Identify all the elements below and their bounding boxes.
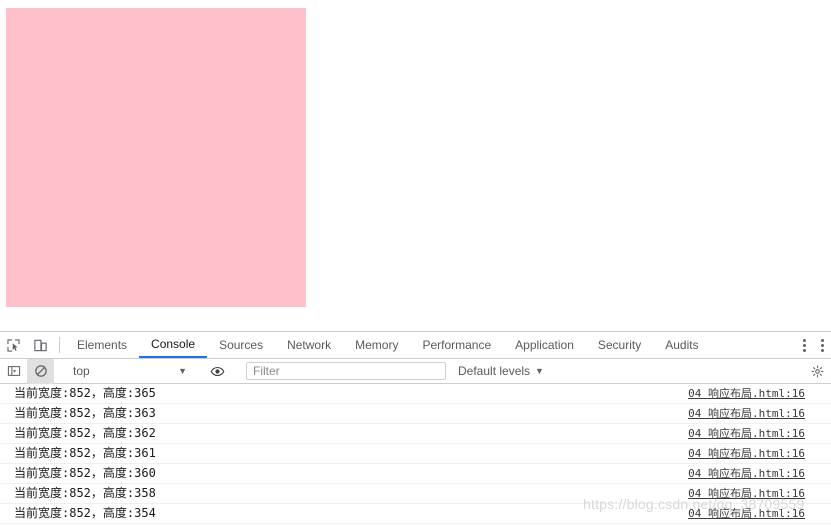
toolbar-divider [59,337,60,353]
log-source-link[interactable]: 04 响应布局.html:16 [688,444,805,463]
customize-devtools-icon[interactable] [813,338,831,352]
log-row[interactable]: 当前宽度:852，高度:360 04 响应布局.html:16 [0,464,831,484]
log-source-link[interactable]: 04 响应布局.html:16 [688,384,805,403]
log-row[interactable]: 当前宽度:852，高度:362 04 响应布局.html:16 [0,424,831,444]
pink-block [6,8,306,307]
log-row[interactable]: 当前宽度:852，高度:363 04 响应布局.html:16 [0,404,831,424]
inspect-element-glyph [7,338,20,352]
tab-application[interactable]: Application [503,332,586,358]
tab-elements[interactable]: Elements [65,332,139,358]
clear-console-glyph [34,365,47,377]
tab-label: Network [287,338,332,352]
log-row[interactable]: 当前宽度:852，高度:354 04 响应布局.html:16 [0,504,831,524]
log-source-link[interactable]: 04 响应布局.html:16 [688,504,805,523]
tab-label: Sources [219,338,264,352]
console-toolbar-right [793,359,831,384]
log-row[interactable]: 当前宽度:852，高度:358 04 响应布局.html:16 [0,484,831,504]
chevron-down-icon: ▼ [178,366,187,376]
log-row[interactable]: 当前宽度:852，高度:365 04 响应布局.html:16 [0,384,831,404]
log-message: 当前宽度:852，高度:362 [14,426,156,440]
devtools-tabbar: Elements Console Sources Network Memory … [0,332,831,359]
log-source-link[interactable]: 04 响应布局.html:16 [688,464,805,483]
tab-audits[interactable]: Audits [653,332,710,358]
chevron-down-icon: ▼ [535,366,544,376]
tab-security[interactable]: Security [586,332,653,358]
console-sidebar-icon[interactable] [0,359,27,384]
gear-glyph [811,364,824,378]
log-message: 当前宽度:852，高度:358 [14,486,156,500]
tab-label: Application [515,338,574,352]
log-source-link[interactable]: 04 响应布局.html:16 [688,424,805,443]
tab-label: Console [151,337,196,351]
log-levels-select[interactable]: Default levels ▼ [458,364,544,378]
browser-viewport [0,0,831,331]
tab-sources[interactable]: Sources [207,332,275,358]
log-levels-label: Default levels [458,364,531,378]
log-message: 当前宽度:852，高度:365 [14,386,156,400]
tab-label: Memory [355,338,399,352]
more-tabs-icon[interactable] [795,338,813,352]
live-expression-icon[interactable] [204,359,231,384]
screenshot-root: Elements Console Sources Network Memory … [0,0,831,525]
execution-context-value: top [73,364,90,378]
tabbar-right-controls [784,332,831,358]
console-settings-icon[interactable] [804,359,831,384]
tab-console[interactable]: Console [139,332,208,358]
execution-context-select[interactable]: top ▼ [65,362,193,381]
log-message: 当前宽度:852，高度:363 [14,406,156,420]
devtools-tab-list: Elements Console Sources Network Memory … [65,332,784,358]
log-source-link[interactable]: 04 响应布局.html:16 [688,404,805,423]
log-message: 当前宽度:852，高度:360 [14,466,156,480]
log-message: 当前宽度:852，高度:354 [14,506,156,520]
log-source-link[interactable]: 04 响应布局.html:16 [688,484,805,503]
filter-input[interactable] [246,362,446,380]
tab-label: Audits [665,338,699,352]
device-toolbar-icon[interactable] [27,332,54,358]
tab-label: Performance [422,338,492,352]
log-message: 当前宽度:852，高度:361 [14,446,156,460]
devtools-panel: Elements Console Sources Network Memory … [0,331,831,525]
tab-label: Security [597,338,642,352]
eye-glyph [210,366,225,376]
log-row[interactable]: 当前宽度:852，高度:361 04 响应布局.html:16 [0,444,831,464]
console-sidebar-glyph [7,366,20,376]
inspect-element-icon[interactable] [0,332,27,358]
tab-performance[interactable]: Performance [410,332,503,358]
tab-network[interactable]: Network [275,332,343,358]
console-log-list[interactable]: 当前宽度:852，高度:365 04 响应布局.html:16 当前宽度:852… [0,384,831,524]
console-toolbar: top ▼ Default levels ▼ [0,358,831,384]
clear-console-icon[interactable] [27,358,54,384]
device-toolbar-glyph [34,339,47,351]
tab-memory[interactable]: Memory [343,332,410,358]
tab-label: Elements [77,338,128,352]
